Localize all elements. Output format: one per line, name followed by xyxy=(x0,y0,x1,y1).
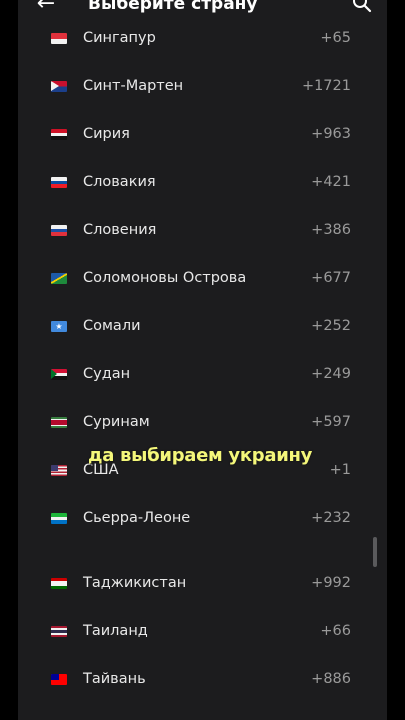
country-name: Синт-Мартен xyxy=(83,78,184,94)
list-item-sudan[interactable]: Судан +249 xyxy=(18,354,387,398)
country-code: +597 xyxy=(311,414,351,430)
video-caption: да выбираем украину xyxy=(88,445,313,466)
country-name: Словения xyxy=(83,222,157,238)
search-icon[interactable] xyxy=(351,0,373,14)
country-name: Сингапур xyxy=(83,30,156,46)
flag-slovenia-icon xyxy=(51,225,67,236)
country-picker-screen: ← Выберите страну Сингапур +65 Синт-Март… xyxy=(18,0,387,720)
list-item-taiwan[interactable]: Тайвань +886 xyxy=(18,659,387,703)
country-name: Судан xyxy=(83,366,131,382)
country-name: Тайвань xyxy=(83,671,146,687)
list-item-sierra-leone[interactable]: Сьерра-Леоне +232 xyxy=(18,498,387,542)
country-code: +232 xyxy=(311,510,351,526)
country-code: +992 xyxy=(311,575,351,591)
country-code: +1721 xyxy=(301,78,351,94)
scrollbar[interactable] xyxy=(373,537,377,567)
country-name: Сомали xyxy=(83,318,141,334)
list-item-singapore[interactable]: Сингапур +65 xyxy=(18,18,387,62)
list-item-slovakia[interactable]: Словакия +421 xyxy=(18,162,387,206)
country-name: Словакия xyxy=(83,174,156,190)
country-code: +386 xyxy=(311,222,351,238)
flag-slovakia-icon xyxy=(51,177,67,188)
list-item-solomon-islands[interactable]: Соломоновы Острова +677 xyxy=(18,258,387,302)
page-title: Выберите страну xyxy=(88,0,258,14)
country-name: Суринам xyxy=(83,414,150,430)
list-item-suriname[interactable]: Суринам +597 xyxy=(18,402,387,446)
flag-suriname-icon xyxy=(51,417,67,428)
list-item-syria[interactable]: Сирия +963 xyxy=(18,114,387,158)
flag-sierra-leone-icon xyxy=(51,513,67,524)
country-code: +1 xyxy=(329,462,351,478)
flag-thailand-icon xyxy=(51,626,67,637)
country-code: +66 xyxy=(320,623,351,639)
flag-taiwan-icon xyxy=(51,674,67,685)
list-item-thailand[interactable]: Таиланд +66 xyxy=(18,611,387,655)
flag-somalia-icon: ★ xyxy=(51,321,67,332)
country-code: +886 xyxy=(311,671,351,687)
list-item-somalia[interactable]: ★ Сомали +252 xyxy=(18,306,387,350)
flag-singapore-icon xyxy=(51,33,67,44)
country-name: Таиланд xyxy=(83,623,148,639)
flag-tajikistan-icon xyxy=(51,578,67,589)
country-code: +65 xyxy=(320,30,351,46)
flag-usa-icon xyxy=(51,465,67,476)
country-name: Сьерра-Леоне xyxy=(83,510,191,526)
arrow-left-icon[interactable]: ← xyxy=(34,0,58,16)
country-name: Соломоновы Острова xyxy=(83,270,247,286)
country-name: Таджикистан xyxy=(83,575,187,591)
country-code: +677 xyxy=(311,270,351,286)
list-item-slovenia[interactable]: Словения +386 xyxy=(18,210,387,254)
flag-syria-icon xyxy=(51,129,67,140)
country-name: Сирия xyxy=(83,126,130,142)
flag-sint-maarten-icon xyxy=(51,81,67,92)
list-item-tajikistan[interactable]: Таджикистан +992 xyxy=(18,563,387,607)
country-code: +252 xyxy=(311,318,351,334)
list-item-sint-maarten[interactable]: Синт-Мартен +1721 xyxy=(18,66,387,110)
country-code: +249 xyxy=(311,366,351,382)
flag-solomon-islands-icon xyxy=(51,273,67,284)
flag-sudan-icon xyxy=(51,369,67,380)
country-code: +421 xyxy=(311,174,351,190)
country-code: +963 xyxy=(311,126,351,142)
